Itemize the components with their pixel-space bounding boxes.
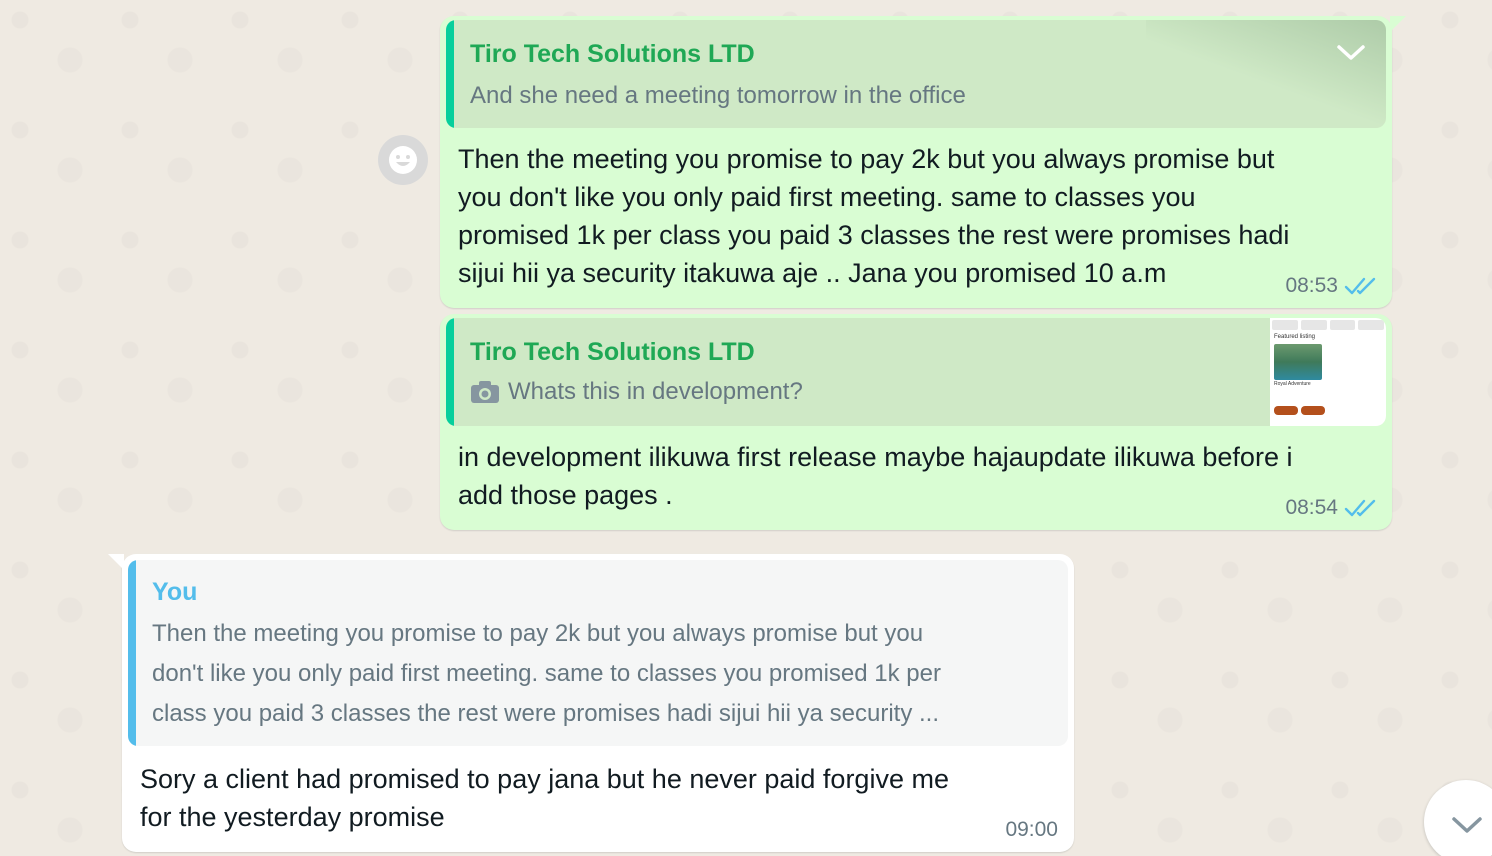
bubble-tail <box>1390 16 1406 32</box>
message-meta: 08:53 <box>1285 274 1378 298</box>
quote-thumbnail: Featured listing Royal Adventure <box>1270 318 1386 426</box>
reaction-emoji-button[interactable] <box>378 135 428 185</box>
quote-bar <box>446 20 454 128</box>
bubble-tail <box>108 554 124 570</box>
quote-author: You <box>152 578 198 606</box>
reaction-emoji-icon <box>389 146 417 174</box>
message-line: Sory a client had promised to pay jana b… <box>140 764 949 794</box>
quote-line: Then the meeting you promise to pay 2k b… <box>152 620 924 647</box>
quote-text-row: Whats this in development? <box>470 372 803 412</box>
quoted-message[interactable]: Tiro Tech Solutions LTD And she need a m… <box>446 20 1386 128</box>
quote-bar <box>446 318 454 426</box>
quote-author: Tiro Tech Solutions LTD <box>470 338 755 366</box>
camera-icon <box>471 381 499 403</box>
quote-text: Then the meeting you promise to pay 2k b… <box>152 614 941 734</box>
message-meta: 08:54 <box>1285 496 1378 520</box>
chevron-down-icon[interactable] <box>1336 42 1366 64</box>
message-text: Sory a client had promised to pay jana b… <box>140 760 949 836</box>
message-line: in development ilikuwa first release may… <box>458 442 1293 472</box>
message-line: you don't like you only paid first meeti… <box>458 182 1196 212</box>
chevron-down-icon <box>1452 817 1482 833</box>
quote-hover-fade <box>1146 20 1386 128</box>
message-line: Then the meeting you promise to pay 2k b… <box>458 144 1275 174</box>
message-line: for the yesterday promise <box>140 802 445 832</box>
message-bubble-incoming[interactable]: You Then the meeting you promise to pay … <box>108 554 1074 852</box>
message-line: promised 1k per class you paid 3 classes… <box>458 220 1290 250</box>
quote-author: Tiro Tech Solutions LTD <box>470 40 755 68</box>
quoted-message[interactable]: You Then the meeting you promise to pay … <box>128 560 1068 746</box>
message-bubble-outgoing[interactable]: Tiro Tech Solutions LTD And she need a m… <box>440 16 1406 308</box>
message-time: 08:53 <box>1285 274 1338 297</box>
quote-caption: Whats this in development? <box>508 378 803 405</box>
quote-line: don't like you only paid first meeting. … <box>152 660 941 687</box>
quote-bar <box>128 560 136 746</box>
quote-line: class you paid 3 classes the rest were p… <box>152 700 939 727</box>
message-time: 09:00 <box>1005 818 1058 841</box>
message-meta: 09:00 <box>1005 818 1058 842</box>
message-text: Then the meeting you promise to pay 2k b… <box>458 140 1289 292</box>
thumbnail-photo <box>1274 344 1322 380</box>
message-line: add those pages . <box>458 480 673 510</box>
quoted-message[interactable]: Tiro Tech Solutions LTD Whats this in de… <box>446 318 1386 426</box>
message-line: sijui hii ya security itakuwa aje .. Jan… <box>458 258 1167 288</box>
double-check-icon <box>1344 277 1376 295</box>
quote-text: And she need a meeting tomorrow in the o… <box>470 82 966 109</box>
message-text: in development ilikuwa first release may… <box>458 438 1292 514</box>
thumbnail-caption: Royal Adventure <box>1274 381 1311 387</box>
message-bubble-outgoing[interactable]: Tiro Tech Solutions LTD Whats this in de… <box>440 314 1392 530</box>
message-time: 08:54 <box>1285 496 1338 519</box>
double-check-icon <box>1344 499 1376 517</box>
thumbnail-heading: Featured listing <box>1274 334 1316 340</box>
